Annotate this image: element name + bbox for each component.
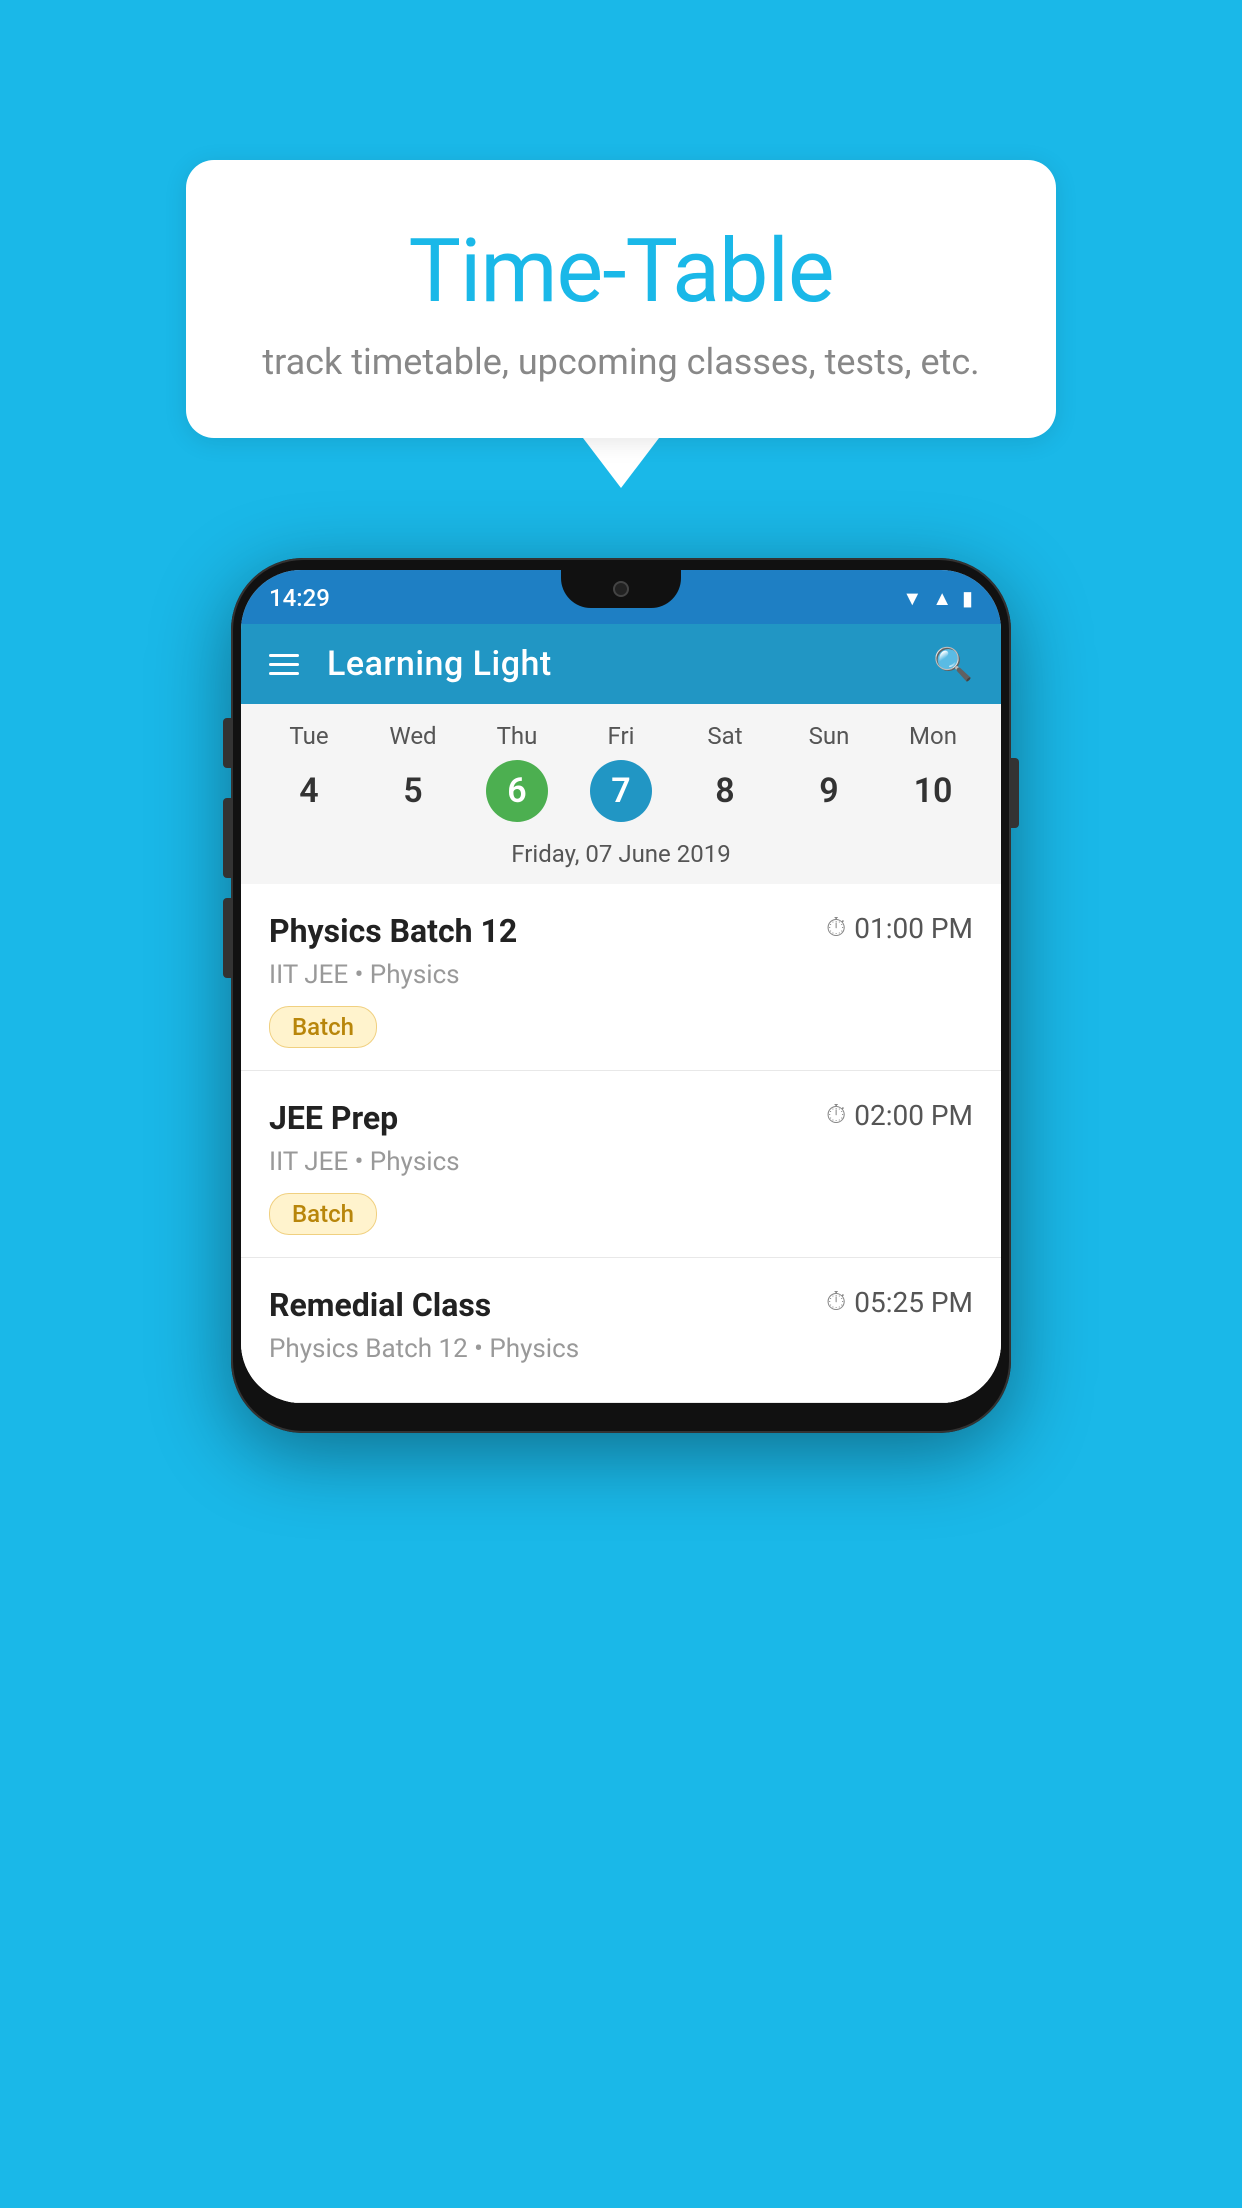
power-button — [1011, 758, 1019, 828]
speech-bubble-section: Time-Table track timetable, upcoming cla… — [0, 160, 1242, 488]
phone-section: 14:29 ▼ ▲ ▮ Learning Light 🔍 — [0, 558, 1242, 1433]
day-number[interactable]: 9 — [798, 760, 860, 822]
clock-icon: ⏱ — [826, 1100, 846, 1131]
clock-icon: ⏱ — [826, 1287, 846, 1318]
class-meta: IIT JEE • Physics — [269, 960, 973, 990]
app-bar: Learning Light 🔍 — [241, 624, 1001, 704]
time-value: 05:25 PM — [854, 1286, 973, 1319]
phone-screen: 14:29 ▼ ▲ ▮ Learning Light 🔍 — [241, 570, 1001, 1403]
class-name: Remedial Class — [269, 1286, 491, 1324]
app-bar-left: Learning Light — [269, 644, 552, 684]
day-col[interactable]: Tue 4 — [264, 722, 354, 822]
day-col[interactable]: Mon 10 — [888, 722, 978, 822]
bubble-arrow — [583, 438, 659, 488]
battery-icon: ▮ — [962, 586, 973, 610]
class-name: Physics Batch 12 — [269, 912, 517, 950]
wifi-icon: ▼ — [902, 586, 922, 611]
day-col[interactable]: Sun 9 — [784, 722, 874, 822]
day-name: Sun — [809, 722, 850, 750]
batch-badge: Batch — [269, 1006, 377, 1048]
clock-icon: ⏱ — [826, 913, 846, 944]
class-item[interactable]: JEE Prep ⏱ 02:00 PM IIT JEE • Physics Batch — [241, 1071, 1001, 1258]
search-icon[interactable]: 🔍 — [933, 645, 973, 683]
menu-icon[interactable] — [269, 654, 299, 675]
class-item-top: Remedial Class ⏱ 05:25 PM — [269, 1286, 973, 1324]
phone-mockup: 14:29 ▼ ▲ ▮ Learning Light 🔍 — [231, 558, 1011, 1433]
class-item-top: Physics Batch 12 ⏱ 01:00 PM — [269, 912, 973, 950]
day-name: Sat — [707, 722, 742, 750]
app-title: Learning Light — [327, 644, 552, 684]
bubble-title: Time-Table — [236, 220, 1006, 323]
bubble-subtitle: track timetable, upcoming classes, tests… — [236, 341, 1006, 383]
day-name: Thu — [497, 722, 538, 750]
day-name: Fri — [608, 722, 635, 750]
day-number[interactable]: 4 — [278, 760, 340, 822]
day-number[interactable]: 5 — [382, 760, 444, 822]
class-name: JEE Prep — [269, 1099, 398, 1137]
class-time: ⏱ 01:00 PM — [826, 912, 973, 945]
class-time: ⏱ 05:25 PM — [826, 1286, 973, 1319]
day-number[interactable]: 10 — [902, 760, 964, 822]
mute-button — [223, 718, 231, 768]
day-col[interactable]: Thu 6 — [472, 722, 562, 822]
selected-date-label: Friday, 07 June 2019 — [241, 830, 1001, 884]
signal-icon: ▲ — [932, 586, 952, 611]
phone-notch — [561, 570, 681, 608]
class-item[interactable]: Physics Batch 12 ⏱ 01:00 PM IIT JEE • Physi… — [241, 884, 1001, 1071]
day-name: Tue — [289, 722, 328, 750]
class-list: Physics Batch 12 ⏱ 01:00 PM IIT JEE • Physi… — [241, 884, 1001, 1403]
day-col[interactable]: Fri 7 — [576, 722, 666, 822]
status-icons: ▼ ▲ ▮ — [902, 586, 973, 611]
time-value: 01:00 PM — [854, 912, 973, 945]
day-name: Wed — [389, 722, 436, 750]
day-number[interactable]: 8 — [694, 760, 756, 822]
calendar-strip: Tue 4 Wed 5 Thu 6 Fri 7 Sat 8 Sun 9 Mon 10 Friday, 07… — [241, 704, 1001, 884]
day-number[interactable]: 6 — [486, 760, 548, 822]
speech-bubble-card: Time-Table track timetable, upcoming cla… — [186, 160, 1056, 438]
class-meta: IIT JEE • Physics — [269, 1147, 973, 1177]
days-row: Tue 4 Wed 5 Thu 6 Fri 7 Sat 8 Sun 9 Mon 10 — [241, 722, 1001, 830]
vol-up-button — [223, 798, 231, 878]
class-item[interactable]: Remedial Class ⏱ 05:25 PM Physics Batch 12 … — [241, 1258, 1001, 1403]
day-col[interactable]: Sat 8 — [680, 722, 770, 822]
batch-badge: Batch — [269, 1193, 377, 1235]
class-time: ⏱ 02:00 PM — [826, 1099, 973, 1132]
status-time: 14:29 — [269, 584, 330, 612]
front-camera — [613, 581, 629, 597]
vol-down-button — [223, 898, 231, 978]
class-meta: Physics Batch 12 • Physics — [269, 1334, 973, 1364]
day-name: Mon — [909, 722, 957, 750]
class-item-top: JEE Prep ⏱ 02:00 PM — [269, 1099, 973, 1137]
day-number[interactable]: 7 — [590, 760, 652, 822]
time-value: 02:00 PM — [854, 1099, 973, 1132]
day-col[interactable]: Wed 5 — [368, 722, 458, 822]
